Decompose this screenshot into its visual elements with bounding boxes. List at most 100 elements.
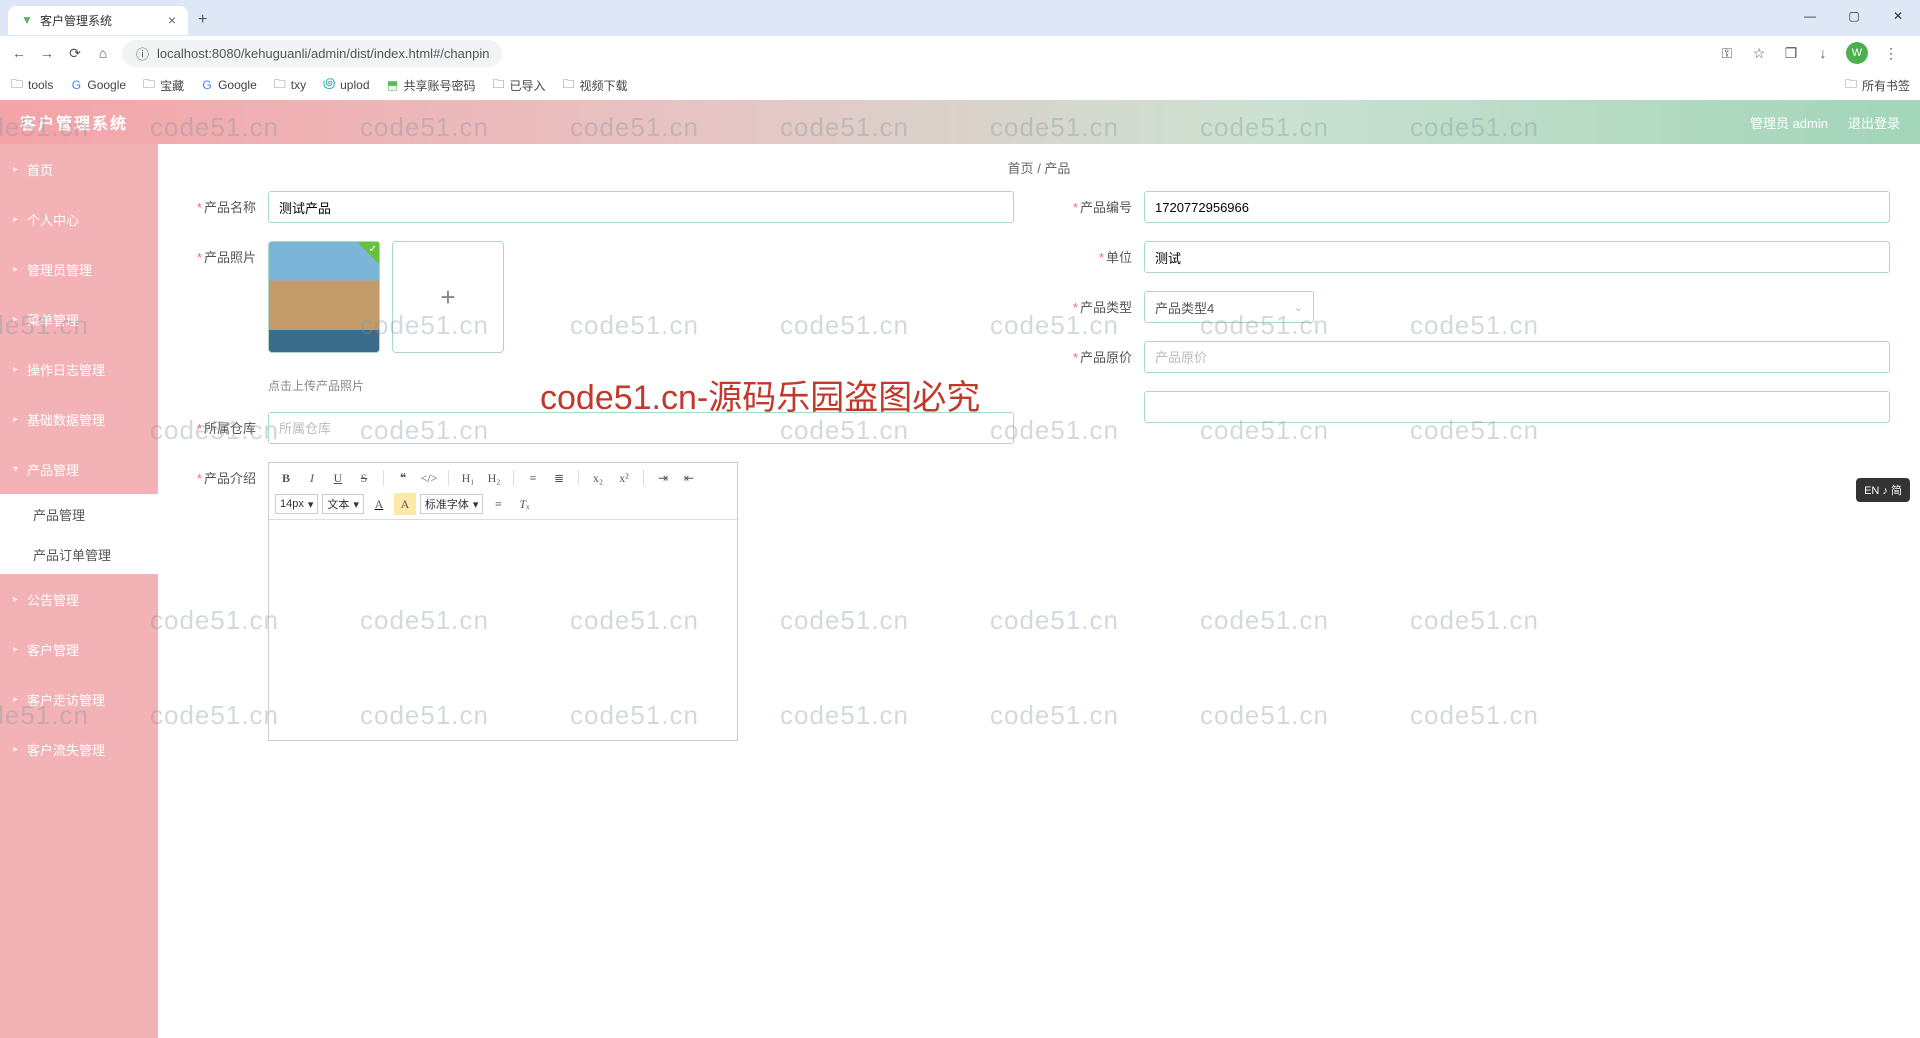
- product-type-label: 产品类型: [1080, 300, 1132, 315]
- back-icon[interactable]: ←: [10, 45, 28, 61]
- folder-icon: 🗀: [562, 78, 576, 92]
- unit-input[interactable]: [1144, 241, 1890, 273]
- upload-add-button[interactable]: +: [392, 241, 504, 353]
- reload-icon[interactable]: ⟳: [66, 45, 84, 62]
- product-type-select[interactable]: 产品类型4 ⌄: [1144, 291, 1314, 323]
- h1-button[interactable]: H₁: [457, 467, 479, 489]
- bookmark-item[interactable]: 🗀tools: [10, 78, 53, 92]
- arrow-icon: ▸: [13, 164, 18, 175]
- sidebar-item-admin[interactable]: ▸管理员管理: [0, 244, 158, 294]
- breadcrumb-home[interactable]: 首页: [1008, 161, 1034, 176]
- chevron-down-icon: ⌄: [1294, 301, 1303, 314]
- font-size-select[interactable]: 14px▾: [275, 494, 318, 514]
- sub-button[interactable]: x₂: [587, 467, 609, 489]
- product-intro-label: 产品介绍: [204, 471, 256, 486]
- code-button[interactable]: </>: [418, 467, 440, 489]
- app-root: 客户管理系统 管理员 admin 退出登录 ▸首页 ▸个人中心 ▸管理员管理 ▸…: [0, 100, 1920, 1038]
- editor-body[interactable]: [269, 520, 737, 740]
- bookmark-item[interactable]: 🗀宝藏: [142, 77, 184, 94]
- url-input[interactable]: ⓘ localhost:8080/kehuguanli/admin/dist/i…: [122, 40, 502, 67]
- window-close-button[interactable]: ✕: [1876, 0, 1920, 32]
- product-name-label: 产品名称: [204, 200, 256, 215]
- original-price-input[interactable]: [1144, 341, 1890, 373]
- sidebar-item-visit[interactable]: ▸客户走访管理: [0, 674, 158, 724]
- menu-icon[interactable]: ⋮: [1882, 45, 1900, 62]
- window-minimize-button[interactable]: —: [1788, 0, 1832, 32]
- tab-bar: ▼ 客户管理系统 × +: [0, 0, 1920, 36]
- sidebar-item-product[interactable]: ▾产品管理: [0, 444, 158, 494]
- sidebar-subitem-product-manage[interactable]: 产品管理: [0, 494, 158, 534]
- user-label[interactable]: 管理员 admin: [1750, 113, 1828, 132]
- browser-chrome: — ▢ ✕ ▼ 客户管理系统 × + ← → ⟳ ⌂ ⓘ localhost:8…: [0, 0, 1920, 100]
- avatar[interactable]: W: [1846, 42, 1868, 64]
- sidebar-item-notice[interactable]: ▸公告管理: [0, 574, 158, 624]
- ime-badge[interactable]: EN ♪ 简: [1856, 478, 1910, 502]
- new-tab-button[interactable]: +: [198, 11, 207, 29]
- sidebar-subitem-product-order[interactable]: 产品订单管理: [0, 534, 158, 574]
- uploaded-image-thumb[interactable]: [268, 241, 380, 353]
- product-name-input[interactable]: [268, 191, 1014, 223]
- arrow-icon: ▸: [13, 214, 18, 225]
- logout-button[interactable]: 退出登录: [1848, 113, 1900, 132]
- quote-button[interactable]: ❝: [392, 467, 414, 489]
- download-icon[interactable]: ↓: [1814, 45, 1832, 61]
- forward-icon[interactable]: →: [38, 45, 56, 61]
- key-icon[interactable]: ⚿: [1718, 45, 1736, 62]
- bookmark-item[interactable]: 🗀已导入: [492, 77, 546, 94]
- window-maximize-button[interactable]: ▢: [1832, 0, 1876, 32]
- sidebar-item-oplog[interactable]: ▸操作日志管理: [0, 344, 158, 394]
- site-info-icon: ⓘ: [136, 44, 149, 63]
- ol-button[interactable]: ≡: [522, 467, 544, 489]
- bookmark-item[interactable]: 🗀视频下载: [562, 77, 628, 94]
- arrow-icon: ▸: [13, 594, 18, 605]
- sidebar-item-profile[interactable]: ▸个人中心: [0, 194, 158, 244]
- product-code-input[interactable]: [1144, 191, 1890, 223]
- sidebar-item-lost[interactable]: ▸客户流失管理: [0, 724, 158, 774]
- browser-tab[interactable]: ▼ 客户管理系统 ×: [8, 6, 188, 35]
- all-bookmarks[interactable]: 🗀所有书签: [1844, 77, 1910, 94]
- italic-button[interactable]: I: [301, 467, 323, 489]
- arrow-icon: ▸: [13, 364, 18, 375]
- app-title: 客户管理系统: [20, 110, 128, 134]
- home-icon[interactable]: ⌂: [94, 45, 112, 61]
- warehouse-input[interactable]: [268, 412, 1014, 444]
- sidebar-item-menu[interactable]: ▸菜单管理: [0, 294, 158, 344]
- bookmark-item[interactable]: 🗀txy: [273, 78, 306, 92]
- sidebar-item-customer[interactable]: ▸客户管理: [0, 624, 158, 674]
- ul-button[interactable]: ≣: [548, 467, 570, 489]
- bookmark-item[interactable]: ⬒共享账号密码: [386, 77, 476, 94]
- bgcolor-button[interactable]: A: [394, 493, 416, 515]
- arrow-icon: ▾: [13, 464, 18, 475]
- sidebar-item-basedata[interactable]: ▸基础数据管理: [0, 394, 158, 444]
- bookmark-item[interactable]: GGoogle: [200, 78, 257, 92]
- extra-input[interactable]: [1144, 391, 1890, 423]
- sup-button[interactable]: x²: [613, 467, 635, 489]
- google-icon: G: [200, 78, 214, 92]
- strike-button[interactable]: S: [353, 467, 375, 489]
- align-button[interactable]: ≡: [487, 493, 509, 515]
- color-button[interactable]: A: [368, 493, 390, 515]
- h2-button[interactable]: H₂: [483, 467, 505, 489]
- extensions-icon[interactable]: ❐: [1782, 45, 1800, 62]
- bookmark-item[interactable]: ಄uplod: [322, 78, 369, 92]
- clear-format-button[interactable]: Tₓ: [513, 493, 535, 515]
- indent-button[interactable]: ⇥: [652, 467, 674, 489]
- arrow-icon: ▸: [13, 744, 18, 755]
- rich-text-editor: B I U S ❝ </> H₁ H₂: [268, 462, 738, 741]
- address-bar: ← → ⟳ ⌂ ⓘ localhost:8080/kehuguanli/admi…: [0, 36, 1920, 70]
- window-controls: — ▢ ✕: [1788, 0, 1920, 32]
- breadcrumb: 首页 / 产品: [158, 144, 1920, 191]
- close-icon[interactable]: ×: [168, 12, 176, 28]
- underline-button[interactable]: U: [327, 467, 349, 489]
- outdent-button[interactable]: ⇤: [678, 467, 700, 489]
- bookmark-item[interactable]: GGoogle: [69, 78, 126, 92]
- font-family-select[interactable]: 标准字体▾: [420, 494, 484, 514]
- bookmark-icon[interactable]: ☆: [1750, 45, 1768, 62]
- bold-button[interactable]: B: [275, 467, 297, 489]
- google-icon: G: [69, 78, 83, 92]
- vue-icon: ▼: [20, 13, 34, 27]
- sidebar-item-home[interactable]: ▸首页: [0, 144, 158, 194]
- arrow-icon: ▸: [13, 314, 18, 325]
- text-style-select[interactable]: 文本▾: [322, 494, 364, 514]
- breadcrumb-current: 产品: [1044, 161, 1070, 176]
